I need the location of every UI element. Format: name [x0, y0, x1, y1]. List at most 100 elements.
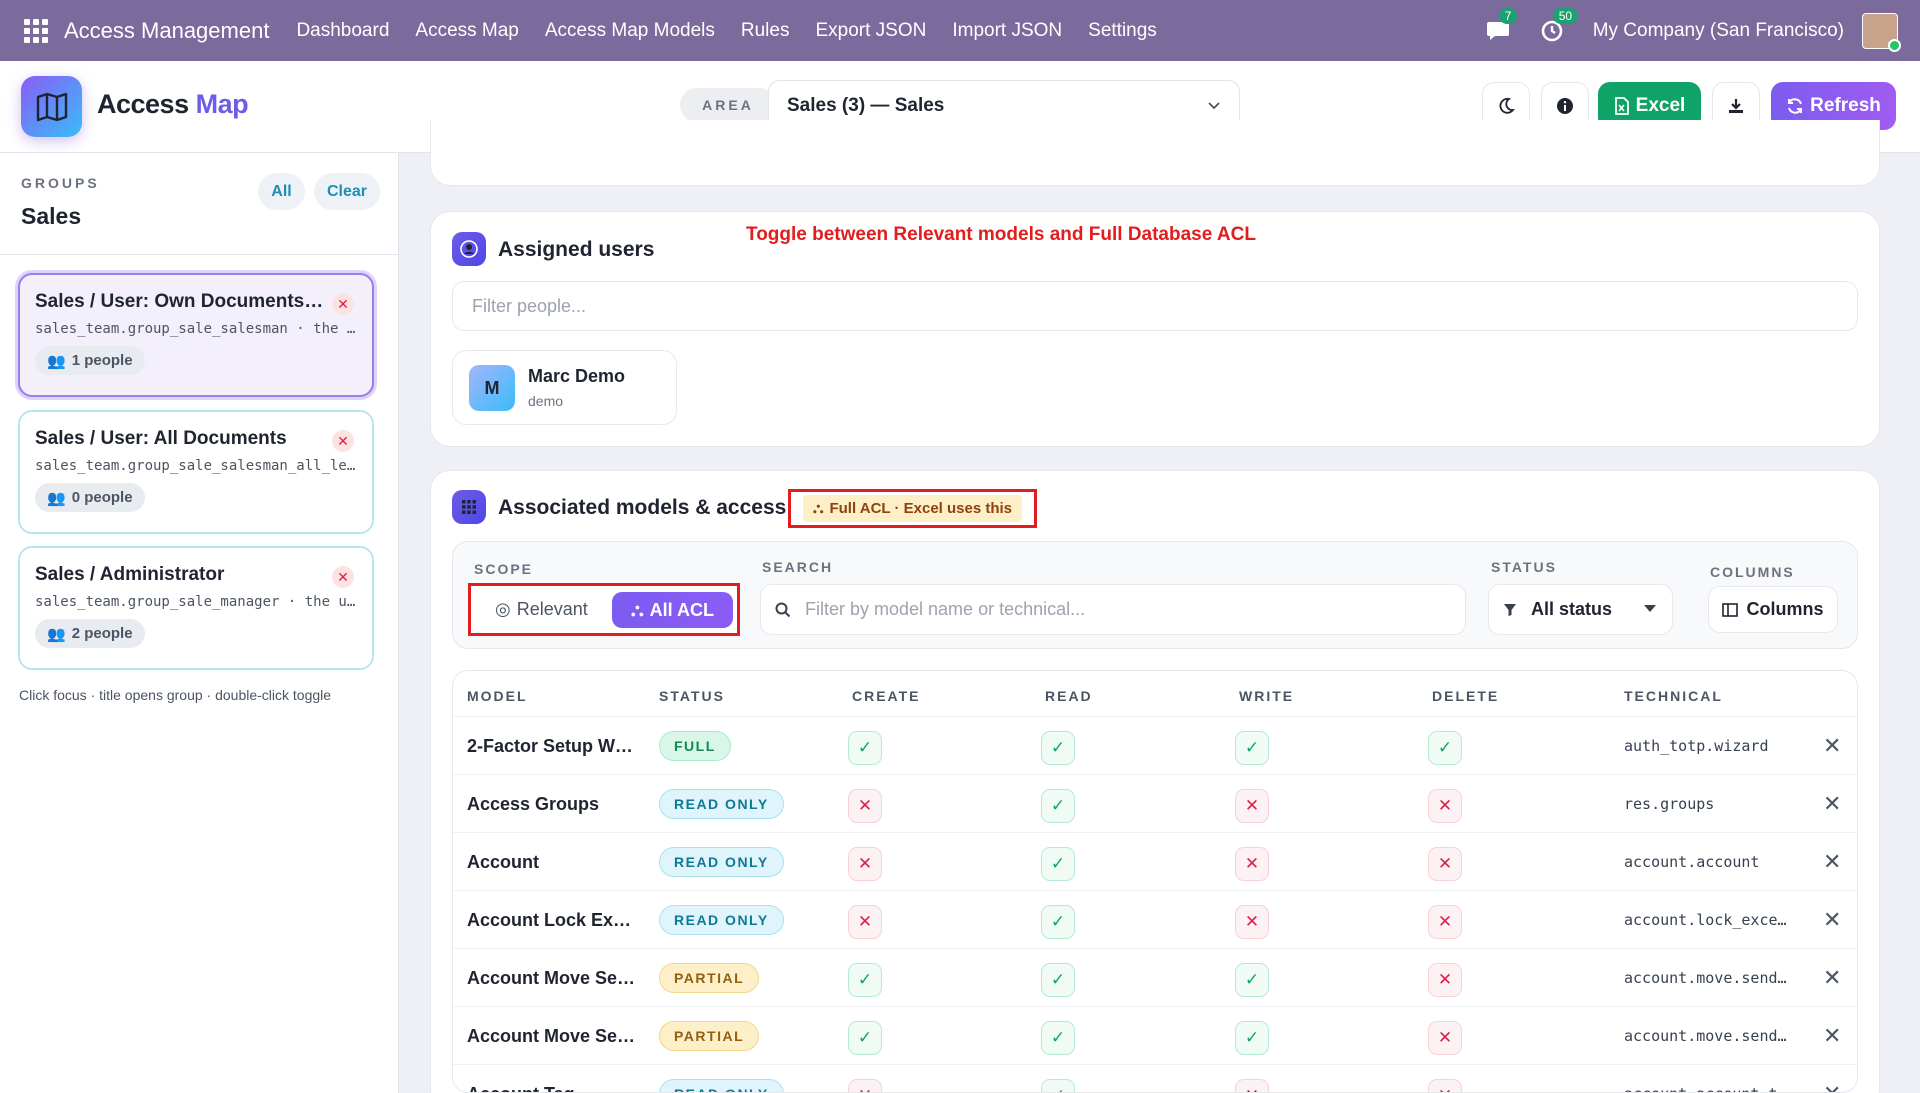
- write-permission-toggle[interactable]: ✕: [1235, 847, 1269, 881]
- delete-permission-toggle[interactable]: ✕: [1428, 847, 1462, 881]
- create-permission-toggle[interactable]: ✕: [848, 789, 882, 823]
- table-row[interactable]: 2-Factor Setup Wizard FULL ✓ ✓ ✓ ✓ auth_totp.w…: [453, 716, 1857, 774]
- write-permission-toggle[interactable]: ✕: [1235, 789, 1269, 823]
- select-all-button[interactable]: All: [258, 173, 305, 210]
- menu-settings[interactable]: Settings: [1088, 20, 1157, 42]
- apps-menu-icon[interactable]: [24, 18, 48, 43]
- group-title[interactable]: Sales / User: All Documents: [35, 428, 325, 450]
- read-permission-toggle[interactable]: ✓: [1041, 1021, 1075, 1055]
- group-title[interactable]: Sales / User: Own Documents Only: [35, 291, 325, 313]
- menu-access-map-models[interactable]: Access Map Models: [545, 20, 715, 42]
- remove-group-icon[interactable]: ✕: [332, 430, 354, 452]
- delete-permission-toggle[interactable]: ✕: [1428, 789, 1462, 823]
- target-icon: ◎: [495, 599, 511, 619]
- column-header-delete[interactable]: DELETE: [1432, 688, 1499, 704]
- table-row[interactable]: Account Lock Exception READ ONLY ✕ ✓ ✕ ✕ accou…: [453, 890, 1857, 948]
- read-permission-toggle[interactable]: ✓: [1041, 963, 1075, 997]
- model-name[interactable]: Access Groups: [467, 794, 637, 815]
- menu-rules[interactable]: Rules: [741, 20, 790, 42]
- messages-button[interactable]: 7: [1485, 7, 1518, 44]
- write-permission-toggle[interactable]: ✓: [1235, 963, 1269, 997]
- status-badge: READ ONLY: [659, 789, 784, 819]
- column-header-technical[interactable]: TECHNICAL: [1624, 688, 1723, 704]
- create-permission-toggle[interactable]: ✕: [848, 1079, 882, 1092]
- cross-icon: ✕: [1245, 1086, 1259, 1092]
- create-permission-toggle[interactable]: ✓: [848, 963, 882, 997]
- create-permission-toggle[interactable]: ✓: [848, 731, 882, 765]
- messages-count-badge: 7: [1498, 7, 1518, 24]
- table-row[interactable]: Account Move Send Batch Wizard PARTIAL ✓ ✓ ✓…: [453, 1006, 1857, 1064]
- remove-group-icon[interactable]: ✕: [332, 566, 354, 588]
- check-icon: ✓: [1050, 970, 1066, 989]
- clear-selection-button[interactable]: Clear: [314, 173, 380, 210]
- user-avatar[interactable]: [1862, 12, 1901, 52]
- remove-group-icon[interactable]: ✕: [332, 293, 354, 315]
- group-title[interactable]: Sales / Administrator: [35, 564, 325, 586]
- remove-row-icon[interactable]: ✕: [1823, 1023, 1841, 1049]
- write-permission-toggle[interactable]: ✕: [1235, 1079, 1269, 1092]
- activities-button[interactable]: 50: [1539, 7, 1579, 44]
- model-name[interactable]: Account Move Send Batch Wizard: [467, 1026, 637, 1047]
- delete-permission-toggle[interactable]: ✕: [1428, 1079, 1462, 1092]
- column-header-create[interactable]: CREATE: [852, 688, 921, 704]
- remove-row-icon[interactable]: ✕: [1823, 791, 1841, 817]
- scope-toggle: ◎ Relevant ⛬ All ACL: [468, 583, 740, 636]
- delete-permission-toggle[interactable]: ✕: [1428, 905, 1462, 939]
- model-search-input[interactable]: Filter by model name or technical...: [760, 584, 1466, 635]
- delete-permission-toggle[interactable]: ✕: [1428, 1021, 1462, 1055]
- chevron-down-icon: [1208, 101, 1220, 109]
- menu-access-map[interactable]: Access Map: [415, 20, 518, 42]
- menu-export-json[interactable]: Export JSON: [815, 20, 926, 42]
- write-permission-toggle[interactable]: ✕: [1235, 905, 1269, 939]
- columns-button[interactable]: Columns: [1708, 586, 1838, 633]
- user-card[interactable]: M Marc Demo demo: [452, 350, 677, 425]
- sitemap-icon: ⛬: [631, 599, 644, 620]
- cross-icon: ✕: [858, 1086, 872, 1092]
- read-permission-toggle[interactable]: ✓: [1041, 731, 1075, 765]
- grid-icon: [452, 490, 486, 524]
- remove-row-icon[interactable]: ✕: [1823, 965, 1841, 991]
- filter-people-input[interactable]: Filter people...: [452, 281, 1858, 331]
- model-name[interactable]: Account: [467, 852, 637, 873]
- scope-relevant-button[interactable]: ◎ Relevant: [495, 599, 588, 620]
- read-permission-toggle[interactable]: ✓: [1041, 847, 1075, 881]
- main-menu: Dashboard Access Map Access Map Models R…: [283, 20, 1169, 42]
- read-permission-toggle[interactable]: ✓: [1041, 789, 1075, 823]
- model-name[interactable]: 2-Factor Setup Wizard: [467, 736, 637, 757]
- column-header-model[interactable]: MODEL: [467, 688, 528, 704]
- remove-row-icon[interactable]: ✕: [1823, 1081, 1841, 1092]
- delete-permission-toggle[interactable]: ✕: [1428, 963, 1462, 997]
- column-header-write[interactable]: WRITE: [1239, 688, 1294, 704]
- create-permission-toggle[interactable]: ✕: [848, 847, 882, 881]
- model-name[interactable]: Account Lock Exception: [467, 910, 637, 931]
- delete-permission-toggle[interactable]: ✓: [1428, 731, 1462, 765]
- model-name[interactable]: Account Tag: [467, 1084, 637, 1092]
- app-name[interactable]: Access Management: [64, 18, 269, 44]
- status-filter-select[interactable]: All status: [1488, 584, 1673, 635]
- read-permission-toggle[interactable]: ✓: [1041, 1079, 1075, 1092]
- write-permission-toggle[interactable]: ✓: [1235, 1021, 1269, 1055]
- model-name[interactable]: Account Move Send Wizard: [467, 968, 637, 989]
- menu-import-json[interactable]: Import JSON: [952, 20, 1062, 42]
- table-row[interactable]: Account Tag READ ONLY ✕ ✓ ✕ ✕ account.account.…: [453, 1064, 1857, 1092]
- remove-row-icon[interactable]: ✕: [1823, 907, 1841, 933]
- group-card[interactable]: Sales / User: All Documents ✕ sales_team…: [18, 410, 374, 534]
- read-permission-toggle[interactable]: ✓: [1041, 905, 1075, 939]
- column-header-status[interactable]: STATUS: [659, 688, 725, 704]
- remove-row-icon[interactable]: ✕: [1823, 733, 1841, 759]
- table-row[interactable]: Account Move Send Wizard PARTIAL ✓ ✓ ✓ ✕ accou…: [453, 948, 1857, 1006]
- menu-dashboard[interactable]: Dashboard: [296, 20, 389, 42]
- create-permission-toggle[interactable]: ✕: [848, 905, 882, 939]
- remove-row-icon[interactable]: ✕: [1823, 849, 1841, 875]
- write-permission-toggle[interactable]: ✓: [1235, 731, 1269, 765]
- table-row[interactable]: Access Groups READ ONLY ✕ ✓ ✕ ✕ res.groups ✕: [453, 774, 1857, 832]
- company-switcher[interactable]: My Company (San Francisco): [1593, 20, 1844, 42]
- group-card[interactable]: Sales / Administrator ✕ sales_team.group…: [18, 546, 374, 670]
- status-badge: PARTIAL: [659, 963, 760, 993]
- group-card[interactable]: Sales / User: Own Documents Only ✕ sales…: [18, 273, 374, 397]
- group-technical-name: sales_team.group_sale_salesman_all_leads: [35, 458, 357, 474]
- column-header-read[interactable]: READ: [1045, 688, 1093, 704]
- create-permission-toggle[interactable]: ✓: [848, 1021, 882, 1055]
- table-row[interactable]: Account READ ONLY ✕ ✓ ✕ ✕ account.account ✕: [453, 832, 1857, 890]
- scope-all-acl-button[interactable]: ⛬ All ACL: [612, 592, 733, 628]
